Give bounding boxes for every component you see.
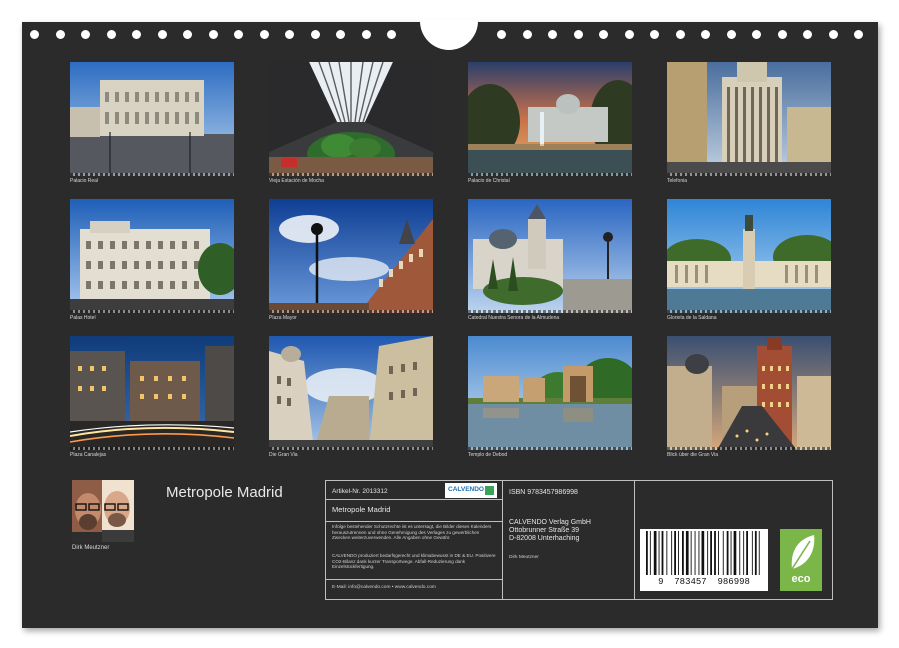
binding-hole xyxy=(259,30,269,39)
product-title: Metropole Madrid xyxy=(332,505,391,514)
binding-hole xyxy=(803,30,812,39)
binding-hole xyxy=(234,30,243,39)
binding-hole xyxy=(361,30,371,39)
binding-hole xyxy=(387,30,396,39)
photo-caption-12: Blick über die Gran Via xyxy=(667,452,719,458)
binding-hole xyxy=(828,30,838,39)
binding-hole xyxy=(30,30,39,39)
binding-hole xyxy=(106,30,116,39)
binding-hole xyxy=(777,30,787,39)
legal-notice: Infolge bestehender Schutzrechte ist es … xyxy=(332,524,492,541)
binding-hole xyxy=(183,30,192,39)
photo-thumbnail-5 xyxy=(70,199,234,313)
binding-hole xyxy=(285,30,294,39)
binding-hole xyxy=(132,30,141,39)
binding-hole xyxy=(599,30,608,39)
binding-hole xyxy=(548,30,557,39)
contact-info: E-Mail: info@calvendo.com • www.calvendo… xyxy=(332,585,436,590)
binding-hole xyxy=(752,30,761,39)
photo-caption-8: Glorieta de la Saldana xyxy=(667,315,717,321)
binding-hole xyxy=(675,30,685,39)
photo-thumbnail-8 xyxy=(667,199,831,313)
photo-caption-4: Telefonia xyxy=(667,178,688,184)
binding-hole xyxy=(701,30,710,39)
photo-thumbnail-11 xyxy=(468,336,632,450)
photo-caption-3: Palacio de Christal xyxy=(468,178,510,184)
eco-production-note: CALVENDO produziert bedarfsgerecht und k… xyxy=(332,553,496,570)
photo-caption-11: Templo de Debod xyxy=(468,452,508,458)
binding-hole xyxy=(650,30,659,39)
photo-thumbnail-3 xyxy=(468,62,632,176)
binding-hole xyxy=(336,30,345,39)
article-number: Artikel-Nr. 2013312 xyxy=(332,488,388,495)
photo-caption-9: Plaza Canalejas xyxy=(70,452,107,458)
calendar-back-page: Palacio Real Vieja Estación de Mocha Pal… xyxy=(22,20,878,628)
photo-thumbnail-6 xyxy=(269,199,433,313)
binding-hole xyxy=(55,30,65,39)
photo-thumbnail-12 xyxy=(667,336,831,450)
barcode-digits: 9 783457 986998 xyxy=(658,577,750,587)
binding-hole xyxy=(522,30,532,39)
hanger-notch xyxy=(420,20,478,50)
binding-hole xyxy=(624,30,634,39)
binding-hole xyxy=(157,30,167,39)
calvendo-logo: CALVENDO xyxy=(445,483,497,498)
calendar-title: Metropole Madrid xyxy=(166,484,283,501)
photo-caption-6: Plaza Mayor xyxy=(269,315,297,321)
author-photo xyxy=(72,480,134,542)
publication-info-box: Artikel-Nr. 2013312 CALVENDO Metropole M… xyxy=(325,480,833,600)
binding-hole xyxy=(81,30,90,39)
binding-hole xyxy=(497,30,506,39)
photo-caption-2: Vieja Estación de Mocha xyxy=(269,178,324,184)
isbn: ISBN 9783457986998 xyxy=(509,489,578,496)
photo-thumbnail-7 xyxy=(468,199,632,313)
photo-thumbnail-4 xyxy=(667,62,831,176)
publisher-name: CALVENDO Verlag GmbH xyxy=(509,519,591,526)
binding-hole xyxy=(310,30,320,39)
photo-caption-5: Palas Hotel xyxy=(70,315,96,321)
photo-caption-10: Die Gran Via xyxy=(269,452,298,458)
publisher-street: Ottobrunner Straße 39 xyxy=(509,527,580,534)
photo-thumbnail-10 xyxy=(269,336,433,450)
photo-thumbnail-9 xyxy=(70,336,234,450)
photo-thumbnail-2 xyxy=(269,62,433,176)
photo-caption-7: Catedral Nuestra Senora de la Almudena xyxy=(468,315,560,321)
isbn-barcode: 9 783457 986998 xyxy=(640,529,768,591)
photo-thumbnail-1 xyxy=(70,62,234,176)
binding-hole xyxy=(573,30,583,39)
binding-hole xyxy=(726,30,736,39)
photographer-credit: Dirk Meutzner xyxy=(509,555,539,560)
eco-label: eco xyxy=(791,573,811,585)
binding-hole xyxy=(208,30,218,39)
publisher-city: D-82008 Unterhaching xyxy=(509,535,580,542)
binding-hole xyxy=(854,30,863,39)
photo-caption-1: Palacio Real xyxy=(70,178,99,184)
leaf-icon xyxy=(791,535,815,570)
eco-badge: eco xyxy=(780,529,822,591)
author-name: Dirk Meutzner xyxy=(72,545,110,551)
